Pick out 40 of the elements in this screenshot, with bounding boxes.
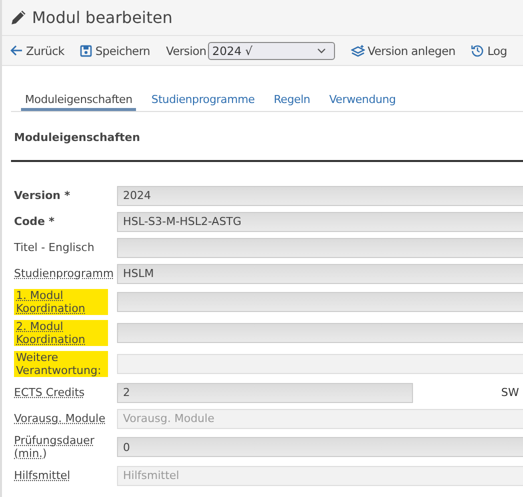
- layers-icon: [350, 44, 365, 56]
- section-title: Moduleigenschaften: [13, 131, 142, 144]
- history-icon: [471, 44, 484, 57]
- input-field[interactable]: Hilfsmittel: [117, 466, 523, 486]
- field-label: Code *: [14, 215, 55, 228]
- back-button[interactable]: Zurück: [10, 44, 64, 58]
- tab[interactable]: Moduleigenschaften: [21, 91, 136, 111]
- input-field[interactable]: HSL-S3-M-HSL2-ASTG: [117, 212, 523, 232]
- field-label: ECTS Credits: [14, 386, 85, 399]
- input-field[interactable]: 0: [117, 437, 523, 457]
- field-label: Prüfungsdauer (min.): [14, 434, 96, 460]
- tab[interactable]: Studienprogramme: [147, 91, 259, 111]
- tab[interactable]: Verwendung: [325, 91, 400, 111]
- field-label: 2. Modul Koordination: [14, 320, 108, 346]
- new-version-button[interactable]: Version anlegen: [350, 44, 456, 58]
- field-label: Titel - Englisch: [14, 241, 94, 254]
- field-label: Studienprogramm: [14, 267, 114, 280]
- input-field[interactable]: [117, 238, 523, 258]
- input-field[interactable]: 2024: [117, 186, 523, 206]
- log-button[interactable]: Log: [471, 44, 507, 58]
- input-field[interactable]: [117, 354, 523, 374]
- save-button[interactable]: Speichern: [80, 44, 150, 58]
- field-label: Weitere Verantwortung:: [14, 351, 108, 377]
- field-label: 1. Modul Koordination: [14, 289, 108, 315]
- input-field[interactable]: HSLM: [117, 264, 523, 284]
- version-label: Version: [166, 44, 206, 58]
- chevron-down-icon: [316, 48, 326, 54]
- pencil-icon: [10, 9, 27, 26]
- field-label: Version *: [14, 189, 70, 202]
- page-title: Modul bearbeiten: [32, 8, 173, 27]
- input-field[interactable]: [117, 292, 523, 312]
- version-select[interactable]: 2024 √: [208, 42, 335, 60]
- input-field[interactable]: Vorausg. Module: [117, 408, 523, 428]
- input-field[interactable]: [117, 323, 523, 343]
- field-label: Vorausg. Module: [14, 412, 106, 425]
- tab[interactable]: Regeln: [270, 91, 314, 111]
- field-label: Hilfsmittel: [14, 469, 70, 482]
- input-field[interactable]: 2: [117, 382, 413, 402]
- arrow-left-icon: [10, 45, 23, 56]
- field-label: SW: [501, 386, 520, 399]
